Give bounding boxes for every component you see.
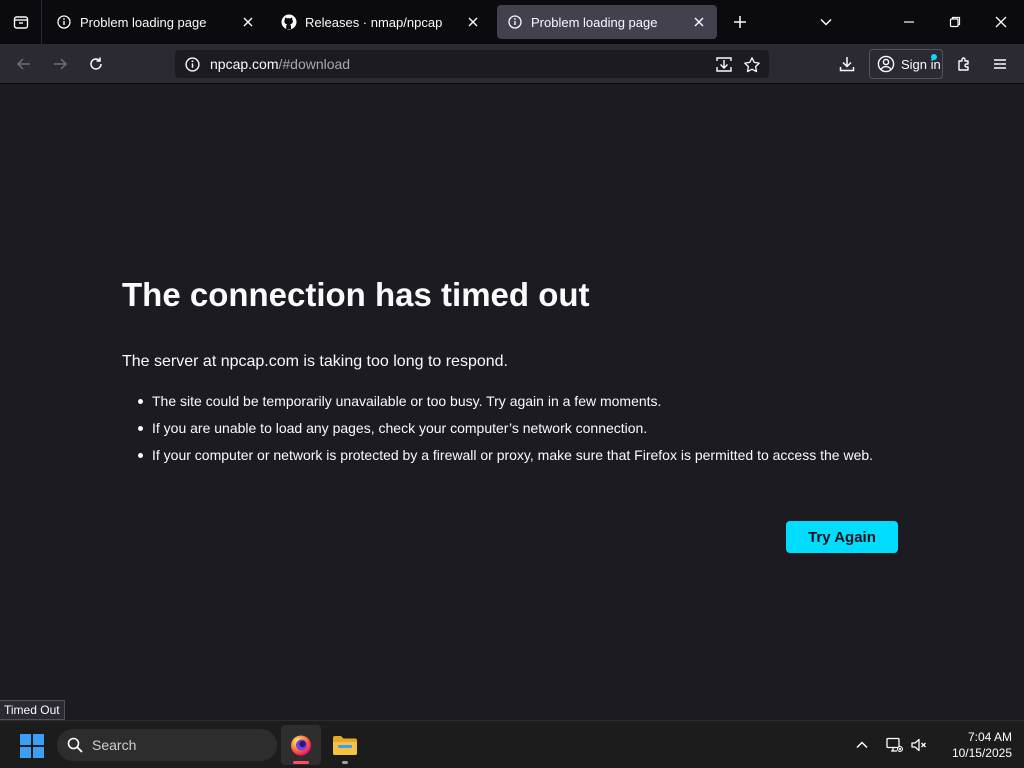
folder-icon xyxy=(333,736,357,755)
reload-button[interactable] xyxy=(80,48,112,80)
hamburger-menu-icon xyxy=(994,59,1006,69)
url-text[interactable]: npcap.com/#download xyxy=(210,56,350,72)
url-path: /#download xyxy=(278,56,351,72)
volume-button[interactable] xyxy=(907,733,931,757)
puzzle-icon xyxy=(958,57,969,71)
tab-title: Problem loading page xyxy=(531,14,658,30)
restore-button[interactable] xyxy=(939,6,971,38)
windows-start-button[interactable] xyxy=(20,734,44,758)
bookmark-star-icon[interactable] xyxy=(743,56,761,74)
notification-dot xyxy=(931,54,937,60)
clock-time: 7:04 AM xyxy=(967,730,1012,744)
network-monitor-icon xyxy=(886,737,903,752)
firefox-icon xyxy=(291,735,311,756)
chevron-down-icon xyxy=(820,18,832,26)
tab-title: Releases · nmap/npcap xyxy=(305,14,443,30)
reload-icon xyxy=(90,57,102,70)
url-host: npcap.com xyxy=(210,56,279,72)
close-icon[interactable] xyxy=(691,14,707,30)
firefox-view-button[interactable] xyxy=(0,0,42,44)
save-to-pocket-icon[interactable] xyxy=(715,56,733,74)
windows-logo-icon xyxy=(20,734,31,745)
show-hidden-icons-button[interactable] xyxy=(850,733,874,757)
chevron-up-icon xyxy=(856,741,868,749)
tab-strip: Problem loading page Releases · nmap/npc… xyxy=(0,0,1024,44)
clock-date: 10/15/2025 xyxy=(951,746,1012,760)
tab-problem-loading-1[interactable]: Problem loading page xyxy=(46,5,266,39)
tab-problem-loading-active[interactable]: Problem loading page xyxy=(497,5,717,39)
app-menu-button[interactable] xyxy=(984,48,1016,80)
error-title: The connection has timed out xyxy=(122,276,590,313)
taskbar-firefox[interactable] xyxy=(281,725,321,765)
suggestion-item: If your computer or network is protected… xyxy=(136,445,906,465)
error-description: The server at npcap.com is taking too lo… xyxy=(122,353,508,370)
taskbar-search[interactable]: Search xyxy=(57,729,277,761)
forward-button[interactable] xyxy=(44,48,76,80)
close-icon[interactable] xyxy=(465,14,481,30)
minimize-icon xyxy=(904,21,914,23)
arrow-right-icon xyxy=(54,58,68,70)
page-content: The connection has timed out The server … xyxy=(0,85,1024,720)
network-status-button[interactable] xyxy=(882,733,906,757)
site-info-icon[interactable] xyxy=(184,56,200,72)
download-icon xyxy=(839,57,855,72)
close-icon[interactable] xyxy=(240,14,256,30)
error-suggestions: The site could be temporarily unavailabl… xyxy=(136,391,906,472)
try-again-button[interactable]: Try Again xyxy=(786,521,898,553)
back-button[interactable] xyxy=(8,48,40,80)
suggestion-item: If you are unable to load any pages, che… xyxy=(136,418,906,438)
minimize-button[interactable] xyxy=(893,6,925,38)
extensions-button[interactable] xyxy=(948,48,980,80)
close-window-button[interactable] xyxy=(985,6,1017,38)
info-icon xyxy=(56,14,72,30)
info-icon xyxy=(507,14,523,30)
account-icon xyxy=(877,55,895,73)
list-all-tabs-button[interactable] xyxy=(810,6,842,38)
github-icon xyxy=(281,14,297,30)
firefox-view-icon xyxy=(13,16,28,29)
downloads-button[interactable] xyxy=(831,48,863,80)
taskbar-clock[interactable]: 7:04 AM 10/15/2025 xyxy=(930,729,1012,761)
restore-icon xyxy=(949,16,961,28)
search-icon xyxy=(67,737,83,753)
arrow-left-icon xyxy=(16,58,30,70)
suggestion-item: The site could be temporarily unavailabl… xyxy=(136,391,906,411)
new-tab-button[interactable] xyxy=(724,6,756,38)
taskbar-file-explorer[interactable] xyxy=(325,725,365,765)
search-label: Search xyxy=(92,737,137,753)
sign-in-button[interactable]: Sign in xyxy=(869,49,943,79)
address-bar[interactable]: npcap.com/#download xyxy=(175,50,769,78)
navigation-toolbar: npcap.com/#download Sign in xyxy=(0,44,1024,84)
plus-icon xyxy=(734,16,746,28)
active-app-indicator xyxy=(293,761,309,764)
taskbar: Search 7:04 AM 10/15/2025 xyxy=(0,720,1024,768)
status-tooltip: Timed Out xyxy=(0,700,65,720)
close-icon xyxy=(995,16,1007,28)
running-app-indicator xyxy=(342,761,348,764)
tab-releases-npcap[interactable]: Releases · nmap/npcap xyxy=(271,5,491,39)
tab-title: Problem loading page xyxy=(80,14,207,30)
speaker-muted-icon xyxy=(911,738,926,752)
